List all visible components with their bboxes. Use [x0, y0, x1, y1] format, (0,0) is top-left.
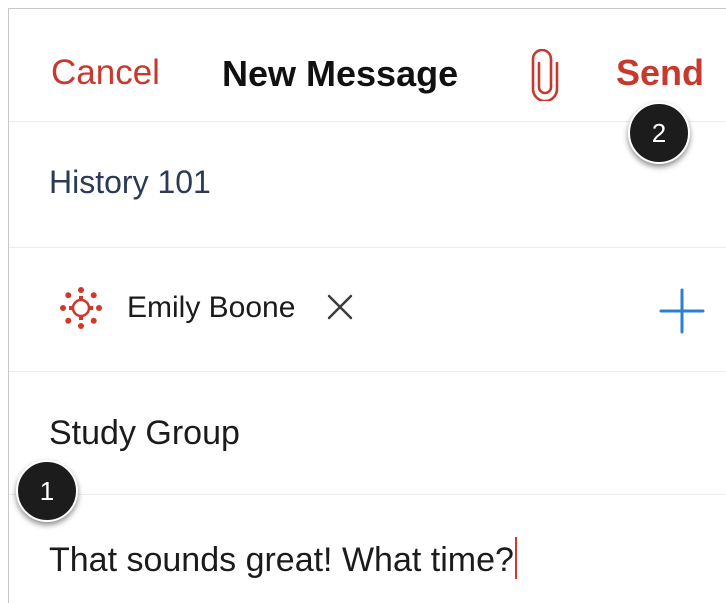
text-cursor [514, 537, 517, 579]
header-divider [9, 121, 726, 122]
step-marker-1: 1 [16, 460, 78, 522]
recipients-field: Emily Boone [9, 249, 726, 369]
cancel-button[interactable]: Cancel [51, 53, 160, 93]
step-marker-2: 2 [628, 102, 690, 164]
subject-field[interactable]: Study Group [49, 414, 240, 453]
send-button[interactable]: Send [616, 52, 704, 94]
canvas-logo-icon [60, 287, 102, 329]
recipients-divider [9, 371, 726, 372]
paperclip-icon[interactable] [529, 49, 561, 101]
course-field[interactable]: History 101 [49, 164, 211, 201]
close-icon[interactable] [325, 292, 355, 322]
plus-icon[interactable] [657, 286, 707, 336]
compose-screen: Cancel New Message Send History 101 Emil… [8, 8, 726, 603]
compose-header: Cancel New Message Send [9, 9, 726, 121]
subject-divider [9, 494, 726, 495]
page-title: New Message [222, 53, 459, 94]
recipient-chip-name: Emily Boone [127, 291, 296, 324]
message-body-field[interactable]: That sounds great! What time? [49, 537, 517, 580]
message-text: That sounds great! What time? [49, 541, 514, 579]
course-divider [9, 247, 726, 248]
